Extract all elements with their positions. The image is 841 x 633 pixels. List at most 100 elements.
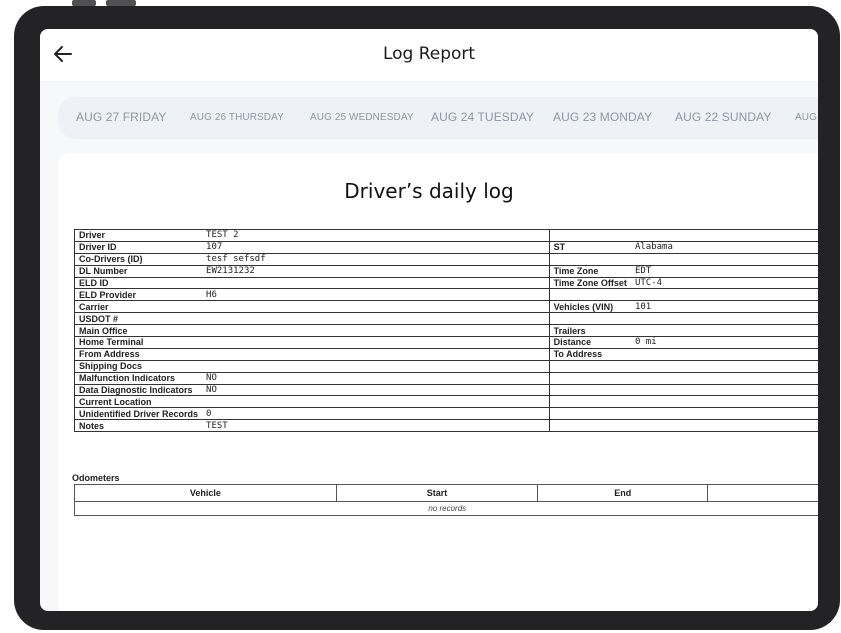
log-left-label: ELD Provider [74, 288, 203, 301]
log-row: From Address To Address [74, 347, 818, 361]
odometer-empty-text: no records [74, 501, 818, 516]
log-row: Home Terminal Distance 0 mi [74, 336, 818, 349]
odometer-col-extra [707, 484, 818, 502]
log-right-value [630, 371, 818, 385]
log-row: Shipping Docs [74, 359, 818, 373]
log-right-value: 101 [630, 300, 818, 313]
log-left-label: From Address [74, 347, 203, 361]
log-right-value [630, 383, 818, 396]
log-left-value: TEST 2 [202, 229, 550, 242]
tab-aug-next[interactable]: AUG [795, 112, 817, 123]
log-right-value [630, 324, 818, 337]
log-right-label: To Address [548, 347, 631, 361]
log-right-value [630, 347, 818, 361]
log-left-value: EW2131232 [202, 264, 550, 278]
log-left-value: 107 [202, 240, 550, 254]
log-row: ELD ID Time Zone Offset UTC-4 [74, 276, 818, 289]
log-right-label [548, 371, 631, 385]
log-row: Co-Drivers (ID) tesf sefsdf [74, 252, 818, 266]
odometers-title: Odometers [72, 473, 120, 483]
log-left-label: Malfunction Indicators [74, 371, 203, 385]
log-right-label [548, 395, 631, 408]
log-row: DL Number EW2131232 Time Zone EDT [74, 264, 818, 278]
log-right-label [548, 419, 631, 433]
log-right-label: Trailers [548, 324, 631, 337]
log-right-value: Alabama [630, 240, 818, 254]
log-right-value: EDT [630, 264, 818, 278]
log-right-label [548, 407, 631, 420]
log-left-value: H6 [202, 288, 550, 301]
log-right-label: Distance [548, 336, 631, 349]
log-row: Carrier Vehicles (VIN) 101 [74, 300, 818, 313]
log-right-label [548, 359, 631, 373]
log-left-label: Driver [74, 229, 203, 242]
log-left-value [202, 395, 550, 408]
log-left-label: Unidentified Driver Records [74, 407, 203, 420]
tab-aug-25[interactable]: AUG 25 WEDNESDAY [310, 112, 414, 123]
log-right-value [630, 229, 818, 242]
log-left-value [202, 276, 550, 289]
date-tabs: AUG 27 FRIDAY AUG 26 THURSDAY AUG 25 WED… [58, 97, 818, 139]
log-right-label: Vehicles (VIN) [548, 300, 631, 313]
odometer-col-end: End [537, 484, 709, 502]
log-row: Current Location [74, 395, 818, 408]
log-left-label: Home Terminal [74, 336, 203, 349]
log-right-label [548, 383, 631, 396]
log-right-value [630, 288, 818, 301]
log-left-value [202, 324, 550, 337]
log-left-value: TEST [202, 419, 550, 433]
log-right-value: UTC-4 [630, 276, 818, 289]
log-left-value [202, 312, 550, 325]
log-row: Unidentified Driver Records 0 [74, 407, 818, 420]
log-left-value [202, 336, 550, 349]
odometer-col-start: Start [335, 484, 539, 502]
log-row: USDOT # [74, 312, 818, 325]
log-left-value [202, 300, 550, 313]
log-right-label: Time Zone Offset [548, 276, 631, 289]
page-title: Log Report [382, 44, 476, 64]
odometer-col-vehicle: Vehicle [74, 484, 337, 502]
log-left-label: Driver ID [74, 240, 203, 254]
log-left-value [202, 347, 550, 361]
log-right-value: 0 mi [630, 336, 818, 349]
tab-aug-22[interactable]: AUG 22 SUNDAY [675, 110, 771, 124]
log-row: Main Office Trailers [74, 324, 818, 337]
log-left-label: Main Office [74, 324, 203, 337]
log-left-value [202, 359, 550, 373]
app-screen: Log Report AUG 27 FRIDAY AUG 26 THURSDAY… [40, 29, 818, 611]
volume-button [72, 0, 96, 6]
log-left-label: DL Number [74, 264, 203, 278]
log-title: Driver’s daily log [344, 179, 514, 203]
tab-aug-23[interactable]: AUG 23 MONDAY [553, 110, 652, 124]
log-right-value [630, 359, 818, 373]
log-right-value [630, 252, 818, 266]
log-left-label: Current Location [74, 395, 203, 408]
log-right-label: Time Zone [548, 264, 631, 278]
log-right-value [630, 419, 818, 433]
log-left-label: Notes [74, 419, 203, 433]
top-bar: Log Report [40, 29, 818, 81]
log-right-label [548, 312, 631, 325]
tab-aug-26[interactable]: AUG 26 THURSDAY [190, 112, 284, 123]
tab-aug-24[interactable]: AUG 24 TUESDAY [431, 110, 534, 124]
log-left-value: NO [202, 383, 550, 396]
log-row: Data Diagnostic Indicators NO [74, 383, 818, 396]
log-right-label [548, 288, 631, 301]
log-right-label [548, 229, 631, 242]
log-left-label: Data Diagnostic Indicators [74, 383, 203, 396]
log-left-label: Co-Drivers (ID) [74, 252, 203, 266]
log-left-value: NO [202, 371, 550, 385]
log-row: Malfunction Indicators NO [74, 371, 818, 385]
log-left-value: tesf sefsdf [202, 252, 550, 266]
log-right-label [548, 252, 631, 266]
log-right-value [630, 407, 818, 420]
log-left-label: Shipping Docs [74, 359, 203, 373]
log-row: ELD Provider H6 [74, 288, 818, 301]
log-left-label: Carrier [74, 300, 203, 313]
log-left-value: 0 [202, 407, 550, 420]
tab-aug-27[interactable]: AUG 27 FRIDAY [76, 110, 166, 124]
power-button [106, 0, 136, 6]
log-right-value [630, 395, 818, 408]
log-row: Driver ID 107 ST Alabama [74, 240, 818, 254]
odometers-table: Vehicle Start End no records [74, 484, 818, 516]
